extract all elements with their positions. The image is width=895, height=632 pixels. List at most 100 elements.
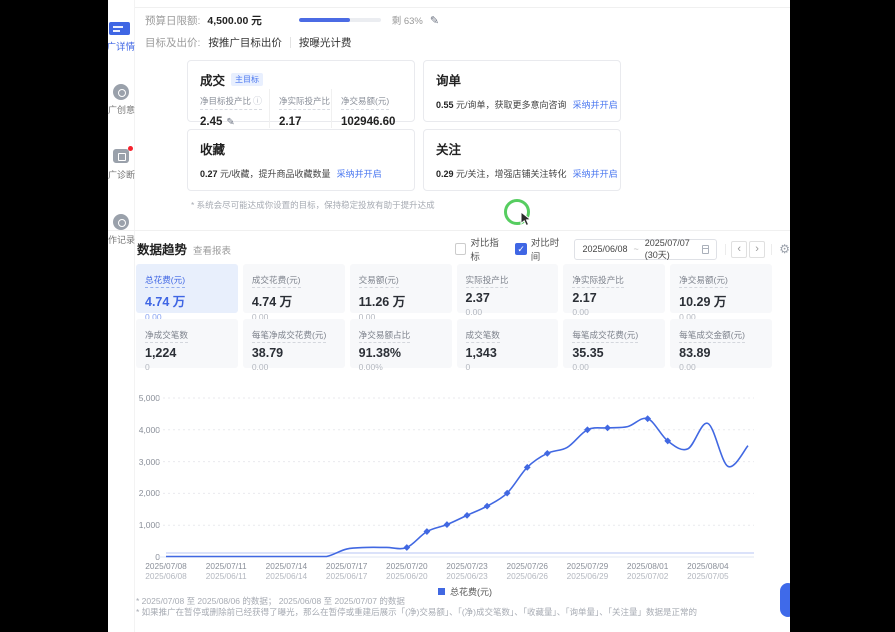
metric-tile[interactable]: 交易额(元)11.26 万0.00 [350,264,452,313]
date-range-picker[interactable]: 2025/06/08 ~ 2025/07/07 (30天) [574,239,717,260]
bidding-option-exposure[interactable]: 按曝光计费 [299,35,352,50]
x-tick-label-compare: 2025/06/17 [313,571,381,581]
inquiry-adopt-link[interactable]: 采纳并开启 [573,100,618,110]
budget-edit-icon[interactable]: ✎ [430,14,439,27]
budget-value: 4,500.00 元 [207,13,261,28]
section-divider [108,230,790,231]
x-tick-label-compare: 2025/06/20 [373,571,441,581]
metric-tile[interactable]: 净实际投产比2.170.00 [563,264,665,313]
trend-title: 数据趋势 [137,239,187,258]
net-actual-roi-label: 净实际投产比 [279,95,330,110]
x-tick-label-compare: 2025/06/14 [252,571,320,581]
app-window: 推广详情 推广创意 推广诊断 操作记录 预算日限额: 4,500.00 元 剩 … [108,0,790,632]
sidebar-item-detail-active-badge[interactable] [109,22,130,35]
x-tick-label-current: 2025/07/29 [553,561,621,571]
mouse-cursor [520,211,533,227]
diagnosis-icon[interactable] [113,149,129,163]
next-period-button[interactable]: › [749,241,765,258]
inquiry-desc: 元/询单，获取更多意向咨询 [456,100,567,110]
view-report-link[interactable]: 查看报表 [193,243,231,257]
follow-title: 关注 [436,139,461,158]
x-tick-label-current: 2025/07/20 [373,561,441,571]
gear-icon[interactable]: ⚙ [779,242,790,256]
net-target-roi-label: 净目标投产比ⓘ [200,94,262,110]
metric-tile[interactable]: 总花费(元)4.74 万0.00 [136,264,238,313]
metric-tiles: 总花费(元)4.74 万0.00成交花费(元)4.74 万0.00交易额(元)1… [136,264,772,368]
goal-card-inquiry: 询单 0.55 元/询单，获取更多意向咨询采纳并开启 [423,60,621,122]
y-tick-label: 4,000 [116,425,160,435]
x-tick-label-compare: 2025/07/02 [614,571,682,581]
bidding-option-goal[interactable]: 按推广目标出价 [208,35,282,50]
net-target-roi-value: 2.45 [200,116,222,128]
compare-metric-checkbox[interactable] [455,243,466,255]
compare-metric-label: 对比指标 [470,235,506,263]
bidding-row: 目标及出价: 按推广目标出价 按曝光计费 [145,34,351,50]
y-tick-label: 2,000 [116,488,160,498]
goal-card-favorite: 收藏 0.27 元/收藏，提升商品收藏数量采纳并开启 [187,129,415,191]
x-tick-label-current: 2025/07/11 [192,561,260,571]
x-tick-label-current: 2025/07/17 [313,561,381,571]
x-tick-label-compare: 2025/06/26 [493,571,561,581]
y-tick-label: 3,000 [116,457,160,467]
budget-label: 预算日限额: [145,13,200,28]
sidebar-item-diagnosis[interactable]: 推广诊断 [108,168,135,181]
top-divider [135,7,790,8]
x-tick-label-current: 2025/08/01 [614,561,682,571]
favorite-adopt-link[interactable]: 采纳并开启 [337,169,382,179]
legend-label: 总花费(元) [450,585,492,598]
info-icon[interactable]: ⓘ [253,96,262,106]
goal-card-deal: 成交 主目标 净目标投产比ⓘ 2.45✎ 净实际投产比 2.17 净交易额(元)… [187,60,415,122]
bidding-divider [290,37,291,48]
metric-tile[interactable]: 净交易额(元)10.29 万0.00 [670,264,772,313]
x-tick-label-compare: 2025/06/11 [192,571,260,581]
metric-tile[interactable]: 净交易额占比91.38%0.00% [350,319,452,368]
x-tick-label-current: 2025/07/14 [252,561,320,571]
metric-tile[interactable]: 净成交笔数1,2240 [136,319,238,368]
diagnosis-alert-dot [128,146,133,151]
favorite-desc: 元/收藏，提升商品收藏数量 [220,169,331,179]
main-goal-badge: 主目标 [231,73,263,86]
x-tick-label-compare: 2025/06/29 [553,571,621,581]
goal-footnote: * 系统会尽可能达成你设置的目标，保持稳定投放有助于提升达成 [191,199,435,211]
x-tick-label-current: 2025/08/04 [674,561,742,571]
inquiry-title: 询单 [436,70,461,89]
date-end: 2025/07/07 (30天) [645,238,696,261]
compare-time-checkbox[interactable]: ✓ [515,243,526,255]
roi-edit-icon[interactable]: ✎ [226,117,234,128]
compare-time-label: 对比时间 [531,235,567,263]
history-icon[interactable] [113,214,129,230]
y-tick-label: 1,000 [116,520,160,530]
floating-scroll-handle[interactable] [780,583,790,617]
metric-tile[interactable]: 实际投产比2.370.00 [457,264,559,313]
screen: 推广详情 推广创意 推广诊断 操作记录 预算日限额: 4,500.00 元 剩 … [0,0,895,632]
x-tick-label-compare: 2025/07/05 [674,571,742,581]
budget-progressbar [299,18,381,22]
x-tick-label-compare: 2025/06/23 [433,571,501,581]
x-tick-label-current: 2025/07/23 [433,561,501,571]
follow-adopt-link[interactable]: 采纳并开启 [573,169,618,179]
bidding-label: 目标及出价: [145,35,200,50]
metric-tile[interactable]: 每笔成交花费(元)35.350.00 [563,319,665,368]
sidebar-item-detail[interactable]: 推广详情 [108,39,135,53]
prev-period-button[interactable]: ‹ [731,241,747,258]
metric-tile[interactable]: 每笔净成交花费(元)38.790.00 [243,319,345,368]
favorite-cost: 0.27 [200,169,218,179]
metric-tile[interactable]: 成交花费(元)4.74 万0.00 [243,264,345,313]
net-actual-roi-value: 2.17 [279,116,331,128]
budget-row: 预算日限额: 4,500.00 元 剩 63% ✎ [145,12,439,28]
net-gmv-label: 净交易额(元) [341,95,389,110]
sidebar-item-history[interactable]: 操作记录 [108,233,135,246]
metric-tile[interactable]: 成交笔数1,3430 [457,319,559,368]
follow-cost: 0.29 [436,169,454,179]
trend-controls: 对比指标 ✓ 对比时间 2025/06/08 ~ 2025/07/07 (30天… [455,238,790,260]
metric-tile[interactable]: 每笔成交金额(元)83.890.00 [670,319,772,368]
sidebar: 推广详情 推广创意 推广诊断 操作记录 [108,0,135,632]
goal-card-follow: 关注 0.29 元/关注，增强店铺关注转化采纳并开启 [423,129,621,191]
follow-desc: 元/关注，增强店铺关注转化 [456,169,567,179]
date-start: 2025/06/08 [582,244,627,254]
legend-color-swatch [438,588,445,595]
sidebar-item-creative[interactable]: 推广创意 [108,103,135,116]
creative-icon[interactable] [113,84,129,100]
favorite-title: 收藏 [200,139,225,158]
net-gmv-value: 102946.60 [341,116,406,128]
